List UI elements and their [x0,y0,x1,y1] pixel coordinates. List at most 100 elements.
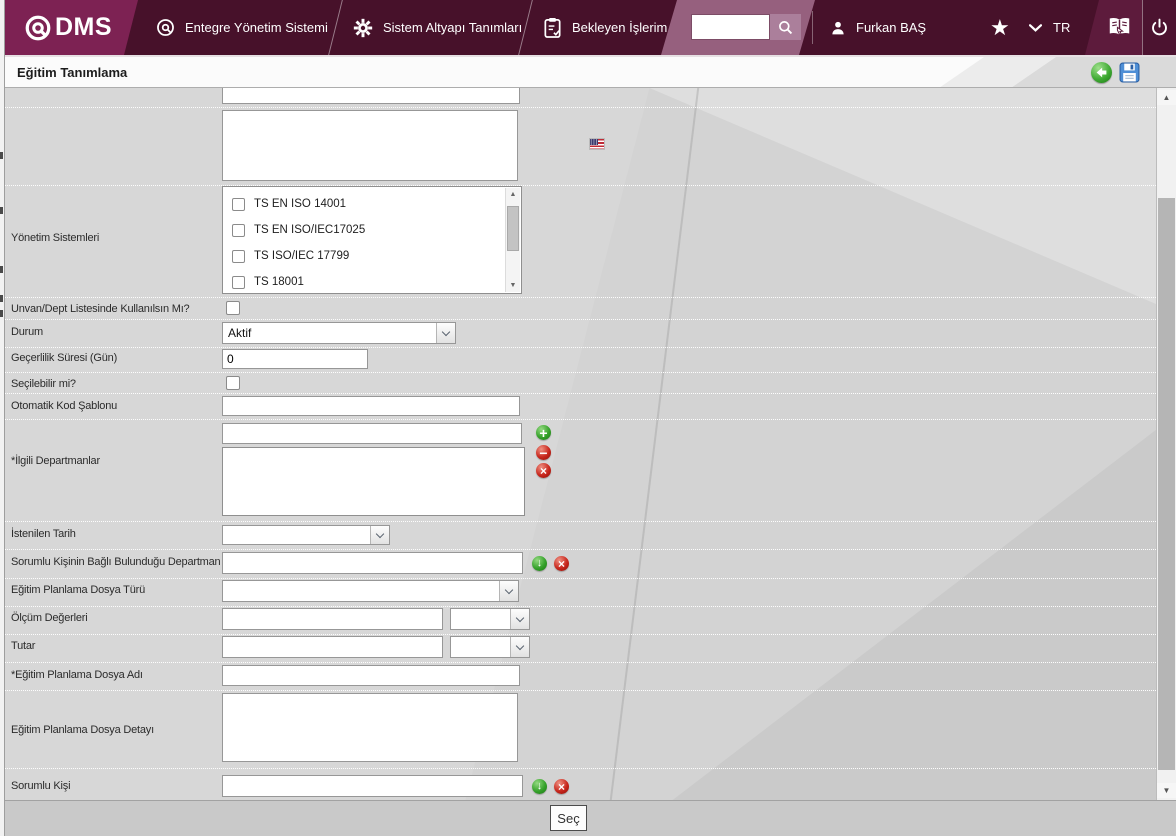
back-arrow-icon [1096,67,1107,78]
select-button[interactable]: Seç [550,805,587,831]
row-separator [5,634,1156,635]
field-label-secilebilir: Seçilebilir mi? [11,378,76,390]
favorites-star-icon[interactable]: ★ [990,0,1010,55]
logout-button[interactable] [1142,0,1176,55]
listbox-option[interactable]: TS EN ISO 14001 [254,198,346,210]
istenilen-tarih-select[interactable] [222,525,390,545]
ilgili-departmanlar-input[interactable] [222,423,522,444]
pick-icon[interactable]: ↓ [532,556,547,571]
scrollbar-thumb[interactable] [1158,198,1175,770]
durum-select[interactable]: Aktif [222,322,456,344]
row-separator [5,372,1156,373]
pick-icon[interactable]: ↓ [532,779,547,794]
ilgili-departmanlar-listbox[interactable] [222,447,525,516]
gecerlilik-suresi-input[interactable] [222,349,368,369]
checkbox[interactable] [232,249,245,263]
olcum-birim-select[interactable] [450,608,530,630]
menu-item-bekleyen-islerim[interactable]: Bekleyen İşlerim [542,0,667,55]
secilebilir-checkbox[interactable] [226,376,240,390]
tutar-birim-select[interactable] [450,636,530,658]
listbox-option[interactable]: TS 18001 [254,276,304,288]
dropdown-arrow-icon[interactable] [510,637,529,657]
remove-icon[interactable]: − [536,445,551,460]
scroll-down-icon[interactable]: ▼ [1157,783,1176,798]
help-button[interactable] [1085,0,1142,55]
tutar-input[interactable] [222,636,443,658]
chevron-down-icon [1029,23,1042,32]
add-icon[interactable]: + [536,425,551,440]
sorumlu-departman-input[interactable] [222,552,523,574]
listbox-option[interactable]: TS ISO/IEC 17799 [254,250,349,262]
dosya-detayi-textarea[interactable] [222,693,518,762]
back-button[interactable] [1091,62,1112,83]
field-label-dosya-detayi: Eğitim Planlama Dosya Detayı [11,724,154,736]
menu-item-entegre-yonetim-sistemi[interactable]: Entegre Yönetim Sistemi [155,0,328,55]
dropdown-arrow-icon[interactable] [370,526,389,544]
user-menu[interactable]: Furkan BAŞ [829,0,926,55]
scroll-down-icon[interactable]: ▼ [506,279,520,292]
olcum-degerleri-input[interactable] [222,608,443,630]
dosya-turu-select[interactable] [222,580,519,602]
field-label-yonetim-sistemleri: Yönetim Sistemleri [11,232,100,244]
qdms-app: DMS Entegre Yönetim Sistemi Sistem Altya… [0,0,1176,836]
menu-separator [328,0,343,55]
listbox-scrollbar[interactable]: ▲ ▼ [505,188,520,292]
field-label-durum: Durum [11,326,44,338]
scroll-up-icon[interactable]: ▲ [506,188,520,201]
row-separator [5,107,1156,108]
user-name: Furkan BAŞ [856,20,927,35]
field-label-dosya-adi: *Eğitim Planlama Dosya Adı [11,669,143,681]
listbox-option[interactable]: TS EN ISO/IEC17025 [254,224,365,236]
manual-book-icon [1109,18,1130,36]
dropdown-arrow-icon[interactable] [499,581,518,601]
code-input[interactable] [222,88,520,104]
search-icon [779,20,793,34]
scrollbar-thumb[interactable] [507,206,519,251]
clipboard-icon [544,17,561,38]
bottom-bar: Seç [5,800,1176,836]
dropdown-arrow-icon[interactable] [436,323,455,343]
vertical-scrollbar[interactable]: ▲ ▼ [1156,88,1176,800]
checkbox[interactable] [232,197,245,211]
otomatik-kod-input[interactable] [222,396,520,416]
qdms-logo[interactable]: DMS [5,0,138,55]
description-textarea[interactable] [222,110,518,181]
management-systems-listbox[interactable]: TS EN ISO 14001 TS EN ISO/IEC17025 TS IS… [222,186,522,294]
row-separator [5,419,1156,420]
qdms-circle-icon [157,19,174,36]
sorumlu-kisi-input[interactable] [222,775,523,797]
field-label-otomatik-kod: Otomatik Kod Şablonu [11,400,118,412]
clipped-text-fragment [0,266,3,273]
dropdown-arrow-icon[interactable] [510,609,529,629]
scroll-up-icon[interactable]: ▲ [1157,90,1176,105]
dosya-adi-input[interactable] [222,665,520,686]
clear-icon[interactable]: × [554,556,569,571]
row-separator [5,319,1156,320]
page-title: Eğitim Tanımlama [17,65,128,80]
clear-icon[interactable]: × [536,463,551,478]
global-search-input[interactable] [691,14,770,40]
gear-icon [353,18,373,37]
row-separator [5,185,1156,186]
page-header: Eğitim Tanımlama [5,55,1176,88]
row-separator [5,662,1156,663]
row-separator [5,690,1156,691]
topbar-separator [812,11,813,44]
save-button[interactable] [1119,62,1140,83]
search-button[interactable] [770,14,801,40]
top-navigation-bar: DMS Entegre Yönetim Sistemi Sistem Altya… [5,0,1176,55]
field-label-sorumlu-kisi: Sorumlu Kişi [11,780,71,792]
row-separator [5,347,1156,348]
menu-item-sistem-altyapi-tanimlari[interactable]: Sistem Altyapı Tanımları [352,0,522,55]
window-edge [0,0,5,836]
language-selector[interactable]: TR [1029,0,1070,55]
checkbox[interactable] [232,275,245,289]
clipped-text-fragment [0,207,3,214]
us-flag-language-icon[interactable] [589,138,605,150]
clear-icon[interactable]: × [554,779,569,794]
checkbox[interactable] [232,223,245,237]
qdms-q-icon [23,13,53,43]
menu-item-label: Entegre Yönetim Sistemi [185,20,328,35]
field-label-olcum-degerleri: Ölçüm Değerleri [11,612,88,624]
unvan-dept-checkbox[interactable] [226,301,240,315]
